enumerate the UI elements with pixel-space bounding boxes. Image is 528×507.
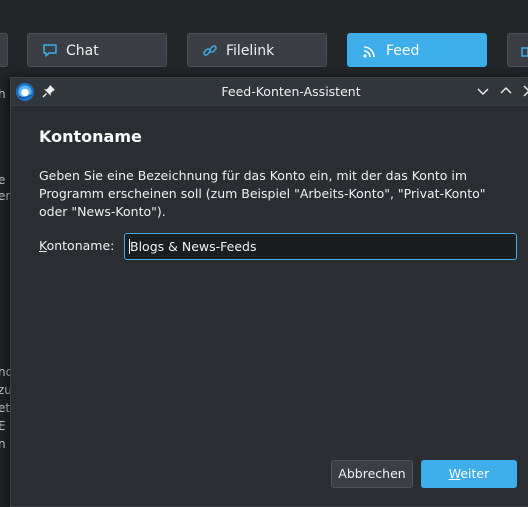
next-button[interactable]: Weiter (421, 460, 517, 488)
dialog-titlebar[interactable]: Feed-Konten-Assistent (11, 78, 528, 106)
close-icon[interactable] (522, 84, 528, 98)
account-name-label-mnemonic: K (39, 238, 47, 253)
page-title: Kontoname (39, 127, 142, 146)
feed-button-label: Feed (386, 43, 420, 59)
next-button-mnemonic: W (448, 466, 461, 481)
account-name-input[interactable]: Blogs & News-Feeds (124, 233, 517, 260)
page-description: Geben Sie eine Bezeichnung für das Konto… (39, 168, 486, 219)
side-fragment: e (0, 173, 6, 187)
account-name-value: Blogs & News-Feeds (130, 239, 257, 254)
feed-button[interactable]: Feed (347, 33, 487, 67)
chevron-up-icon[interactable] (499, 84, 513, 98)
chat-bubble-icon (43, 44, 57, 57)
filelink-button[interactable]: Filelink (187, 33, 327, 67)
thunderbird-icon[interactable] (15, 82, 35, 102)
chevron-down-icon[interactable] (476, 84, 490, 98)
feed-account-wizard-dialog: Feed-Konten-Assistent Kontoname Geben Si… (10, 77, 528, 507)
contacts-icon (521, 47, 528, 57)
cancel-button[interactable]: Abbrechen (331, 460, 413, 488)
account-setup-toolbar: Chat Filelink Feed (0, 0, 528, 78)
next-button-label-rest: eiter (460, 466, 490, 481)
contacts-button-partial[interactable] (507, 33, 528, 67)
account-name-label: Kontoname: (39, 238, 114, 254)
dialog-title: Feed-Konten-Assistent (221, 84, 361, 99)
pin-icon[interactable] (42, 84, 56, 98)
side-fragment: er (0, 189, 11, 203)
side-fragment: E (0, 419, 6, 433)
side-fragment: h (0, 87, 6, 101)
filelink-button-label: Filelink (226, 43, 275, 59)
account-name-label-rest: ontoname: (46, 238, 115, 253)
rss-icon (363, 46, 375, 58)
chat-button[interactable]: Chat (27, 33, 167, 67)
link-icon (203, 45, 217, 56)
side-fragment: n (0, 437, 6, 451)
side-fragment: et (0, 401, 11, 415)
account-type-button-partial[interactable] (0, 33, 8, 67)
chat-button-label: Chat (66, 43, 99, 59)
